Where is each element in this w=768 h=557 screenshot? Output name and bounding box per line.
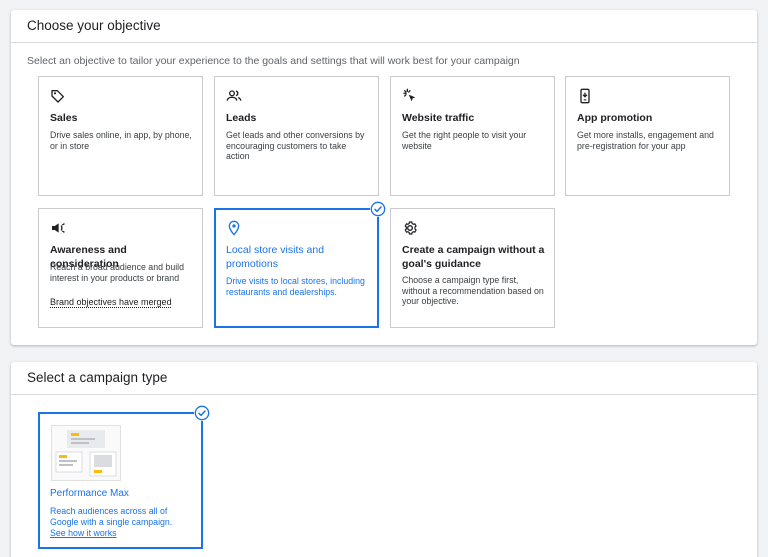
megaphone-icon [50,220,66,236]
objective-card-app-promotion[interactable]: App promotion Get more installs, engagem… [565,76,730,196]
phone-icon [577,88,593,104]
objective-card-awareness[interactable]: Awareness and consideration Reach a broa… [38,208,203,328]
cursor-click-icon [402,88,418,104]
selected-check-icon [194,405,210,421]
objective-card-title: Leads [226,112,257,124]
objective-card-local-store-visits[interactable]: Local store visits and promotions Drive … [214,201,386,328]
objective-card-title: Create a campaign without a goal's guida… [402,244,545,270]
objective-card-desc: Drive sales online, in app, by phone, or… [50,130,192,151]
objective-panel-subtitle: Select an objective to tailor your exper… [27,55,520,67]
objective-card-title: Website traffic [402,112,475,124]
campaign-type-panel: Select a campaign type Performance Max R… [11,362,757,557]
gear-icon [402,220,418,236]
campaign-card-performance-max[interactable]: Performance Max Reach audiences across a… [38,405,210,549]
people-icon [226,88,242,104]
see-how-it-works-link[interactable]: See how it works [50,528,117,538]
objective-panel-title: Choose your objective [11,10,757,43]
objective-card-title: App promotion [577,112,653,124]
objective-card-desc: Drive visits to local stores, including … [226,276,365,297]
location-pin-icon [226,220,242,236]
selected-check-icon [370,201,386,217]
objective-card-desc: Choose a campaign type first, without a … [402,275,544,306]
objective-card-desc: Get more installs, engagement and pre-re… [577,130,714,151]
objective-panel: Choose your objective Select an objectiv… [11,10,757,345]
objective-card-desc: Reach a broad audience and build interes… [50,262,185,283]
performance-max-title: Performance Max [50,488,129,499]
campaign-type-panel-title: Select a campaign type [11,362,757,395]
objective-card-desc: Get leads and other conversions by encou… [226,130,365,161]
performance-max-desc: Reach audiences across all of Google wit… [50,506,190,539]
brand-objectives-merged-link[interactable]: Brand objectives have merged [50,297,172,307]
objective-card-leads[interactable]: Leads Get leads and other conversions by… [214,76,379,196]
objective-card-website-traffic[interactable]: Website traffic Get the right people to … [390,76,555,196]
objective-card-no-goal[interactable]: Create a campaign without a goal's guida… [390,208,555,328]
objective-card-desc: Get the right people to visit your websi… [402,130,527,151]
objective-card-sales[interactable]: Sales Drive sales online, in app, by pho… [38,76,203,196]
objective-card-title: Sales [50,112,78,124]
performance-max-illustration [51,425,121,481]
objective-card-title: Local store visits and promotions [226,244,325,270]
performance-max-desc-text: Reach audiences across all of Google wit… [50,506,173,527]
tag-icon [50,88,66,104]
